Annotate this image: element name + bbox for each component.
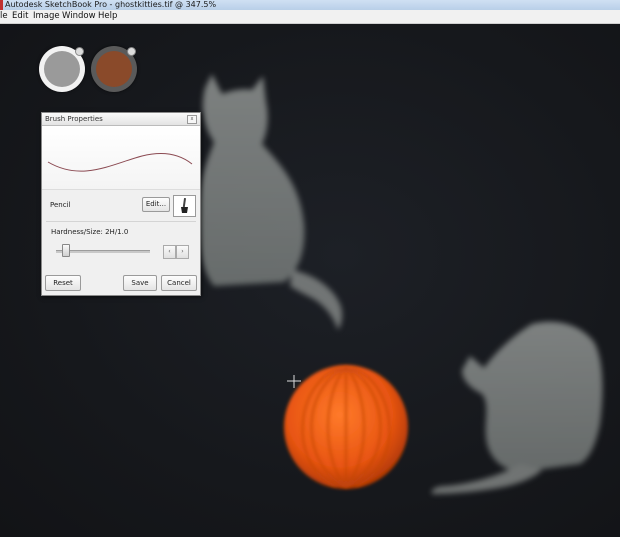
menu-image[interactable]: Image [33,10,60,23]
ghost-cat-sitting [197,74,343,330]
hardness-size-label: Hardness/Size: 2H/1.0 [51,228,129,236]
close-icon[interactable]: x [187,115,197,124]
window-title: Autodesk SketchBook Pro - ghostkitties.t… [5,0,217,9]
brush-name-label: Pencil [50,201,71,209]
current-color-swatch [96,51,132,87]
stroke-preview-curve [47,153,193,172]
brush-color-swatch [44,51,80,87]
menu-help[interactable]: Help [98,10,117,23]
color-editor-puck[interactable] [91,46,137,92]
puck-badge-icon [75,47,84,56]
brush-color-puck[interactable] [39,46,85,92]
menu-edit[interactable]: Edit [12,10,28,23]
puck-badge-icon [127,47,136,56]
ghost-cat-curled [431,321,603,494]
cancel-button[interactable]: Cancel [161,275,197,291]
reset-button[interactable]: Reset [45,275,81,291]
yarn-ball [284,365,408,489]
hardness-slider-thumb[interactable] [61,244,70,257]
menu-file[interactable]: le [0,10,8,23]
app-icon [0,0,3,10]
window-title-bar: Autodesk SketchBook Pro - ghostkitties.t… [0,0,620,10]
brush-properties-panel: Brush Properties x Pencil Edit... Hardne… [41,112,201,296]
crosshair-cursor-icon [287,375,301,388]
step-right-button[interactable]: › [176,245,189,259]
edit-brush-button[interactable]: Edit... [142,197,170,212]
panel-title: Brush Properties [45,115,103,123]
step-left-button[interactable]: ‹ [163,245,176,259]
pencil-icon [181,197,188,213]
panel-header[interactable]: Brush Properties x [42,113,200,126]
menu-window[interactable]: Window [62,10,96,23]
save-button[interactable]: Save [123,275,157,291]
hardness-slider-track[interactable] [56,250,150,253]
stroke-preview [42,126,200,190]
divider [46,221,196,222]
brush-thumbnail[interactable] [173,195,196,217]
menu-bar: le Edit Image Window Help [0,10,620,24]
